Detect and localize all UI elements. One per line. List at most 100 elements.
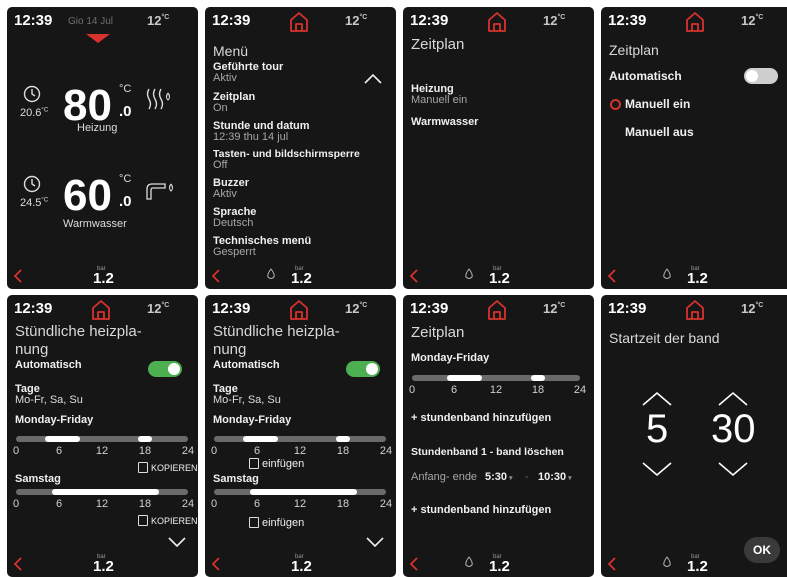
minute-down-icon[interactable]: [717, 461, 749, 477]
plan-title-line1: Stündliche heizpla-: [213, 323, 340, 340]
band-end-select[interactable]: 10:30 ▾: [538, 471, 572, 483]
time-band[interactable]: [249, 489, 358, 495]
chevron-left-icon[interactable]: [606, 557, 618, 571]
chevron-up-icon[interactable]: [363, 73, 383, 85]
paste-button[interactable]: einfügen: [249, 458, 304, 470]
copy-button[interactable]: KOPIEREN: [138, 462, 198, 473]
hour-up-icon[interactable]: [641, 391, 673, 407]
menu-item-technical[interactable]: Technisches menü Gesperrt: [213, 236, 311, 258]
water-unit: °C: [119, 173, 132, 185]
chevron-left-icon[interactable]: [210, 269, 222, 283]
chevron-left-icon[interactable]: [408, 557, 420, 571]
chevron-down-icon[interactable]: [167, 536, 187, 548]
clock-icon: [23, 85, 41, 103]
flame-icon: [267, 268, 275, 279]
option-manual-off[interactable]: Manuell aus: [625, 125, 694, 139]
tick-label: 12: [293, 445, 307, 457]
tick-label: 12: [489, 384, 503, 396]
flame-icon: [663, 268, 671, 279]
auto-toggle[interactable]: [346, 361, 380, 377]
date-label: Gio 14 Jul: [68, 16, 114, 27]
home-icon[interactable]: [684, 11, 706, 33]
home-icon[interactable]: [90, 299, 112, 321]
time-band[interactable]: [335, 436, 351, 442]
time-band[interactable]: [531, 375, 545, 381]
menu-item-guided-tour[interactable]: Geführte tour Aktiv: [213, 62, 283, 84]
bottom-bar: bar 1.2: [403, 551, 594, 577]
group-label: Monday-Friday: [411, 352, 490, 364]
menu-item-language[interactable]: Sprache Deutsch: [213, 207, 256, 229]
water-setpoint[interactable]: 60: [63, 171, 112, 221]
pressure-value: 1.2: [291, 558, 312, 575]
minute-up-icon[interactable]: [717, 391, 749, 407]
outdoor-temp: 12°C: [543, 13, 566, 28]
time-band[interactable]: [137, 436, 153, 442]
hour-value[interactable]: 5: [646, 407, 668, 452]
minute-value[interactable]: 30: [711, 407, 756, 452]
timeline-track[interactable]: [16, 489, 188, 495]
home-icon[interactable]: [288, 299, 310, 321]
time-band[interactable]: [447, 375, 482, 381]
schedule-water[interactable]: Warmwasser: [411, 116, 478, 128]
menu-item-schedule[interactable]: Zeitplan On: [213, 92, 255, 114]
screen-band-start-picker: 12:39 12°C Startzeit der band 5 30 OK ba…: [601, 295, 787, 577]
radio-selected[interactable]: [610, 99, 621, 110]
home-icon[interactable]: [684, 299, 706, 321]
timeline-track[interactable]: [412, 375, 580, 381]
screen-schedule: 12:39 12°C Zeitplan Heizung Manuell ein W…: [403, 7, 594, 289]
timeline-track[interactable]: [214, 436, 386, 442]
schedule-title: Zeitplan: [411, 324, 465, 341]
auto-toggle[interactable]: [744, 68, 778, 84]
menu-item-buzzer[interactable]: Buzzer Aktiv: [213, 178, 249, 200]
heating-unit: °C: [119, 83, 132, 95]
schedule-heating[interactable]: Heizung Manuell ein: [411, 84, 467, 106]
clock-time: 12:39: [410, 12, 449, 29]
bottom-bar: bar 1.2: [403, 263, 594, 289]
tick-label: 6: [55, 498, 63, 510]
copy-icon: [138, 515, 148, 526]
clock-time: 12:39: [14, 12, 53, 29]
home-icon[interactable]: [486, 11, 508, 33]
bottom-bar: bar 1.2: [7, 263, 198, 289]
band-delete-button[interactable]: Stundenband 1 - band löschen: [411, 446, 564, 458]
time-band[interactable]: [242, 436, 279, 442]
add-band-button[interactable]: + stundenband hinzufügen: [411, 504, 551, 516]
outdoor-temp: 12°C: [741, 301, 764, 316]
chevron-down-icon[interactable]: [365, 536, 385, 548]
chevron-left-icon[interactable]: [210, 557, 222, 571]
clock-time: 12:39: [608, 300, 647, 317]
status-bar: 12:39 12°C: [601, 7, 787, 33]
home-icon[interactable]: [288, 11, 310, 33]
group-label: Monday-Friday: [213, 414, 292, 426]
add-band-button[interactable]: + stundenband hinzufügen: [411, 412, 551, 424]
timeline-track[interactable]: [16, 436, 188, 442]
chevron-left-icon[interactable]: [606, 269, 618, 283]
status-bar: 12:39 12°C: [403, 7, 594, 33]
clock-time: 12:39: [212, 300, 251, 317]
timeline-track[interactable]: [214, 489, 386, 495]
copy-button[interactable]: KOPIEREN: [138, 515, 198, 526]
tick-label: 18: [138, 445, 152, 457]
tick-label: 0: [408, 384, 416, 396]
band-start-select[interactable]: 5:30 ▾: [485, 471, 513, 483]
clock-time: 12:39: [410, 300, 449, 317]
water-room-temp: 24.5°C: [20, 197, 49, 209]
chevron-left-icon[interactable]: [12, 269, 24, 283]
chevron-left-icon[interactable]: [12, 557, 24, 571]
status-bar: 12:39 12°C: [403, 295, 594, 321]
chevron-left-icon[interactable]: [408, 269, 420, 283]
tick-label: 24: [379, 498, 393, 510]
home-icon[interactable]: [486, 299, 508, 321]
tick-label: 6: [55, 445, 63, 457]
chevron-down-indicator-icon[interactable]: [85, 33, 111, 45]
hour-down-icon[interactable]: [641, 461, 673, 477]
time-band[interactable]: [44, 436, 81, 442]
paste-button[interactable]: einfügen: [249, 517, 304, 529]
option-manual-on[interactable]: Manuell ein: [625, 97, 690, 111]
tick-label: 0: [12, 445, 20, 457]
auto-toggle[interactable]: [148, 361, 182, 377]
menu-item-key-lock[interactable]: Tasten- und bildschirmsperre Off: [213, 149, 360, 171]
time-band[interactable]: [51, 489, 160, 495]
menu-item-time-date[interactable]: Stunde und datum 12:39 thu 14 jul: [213, 121, 310, 143]
status-bar: 12:39 12°C: [205, 7, 396, 33]
